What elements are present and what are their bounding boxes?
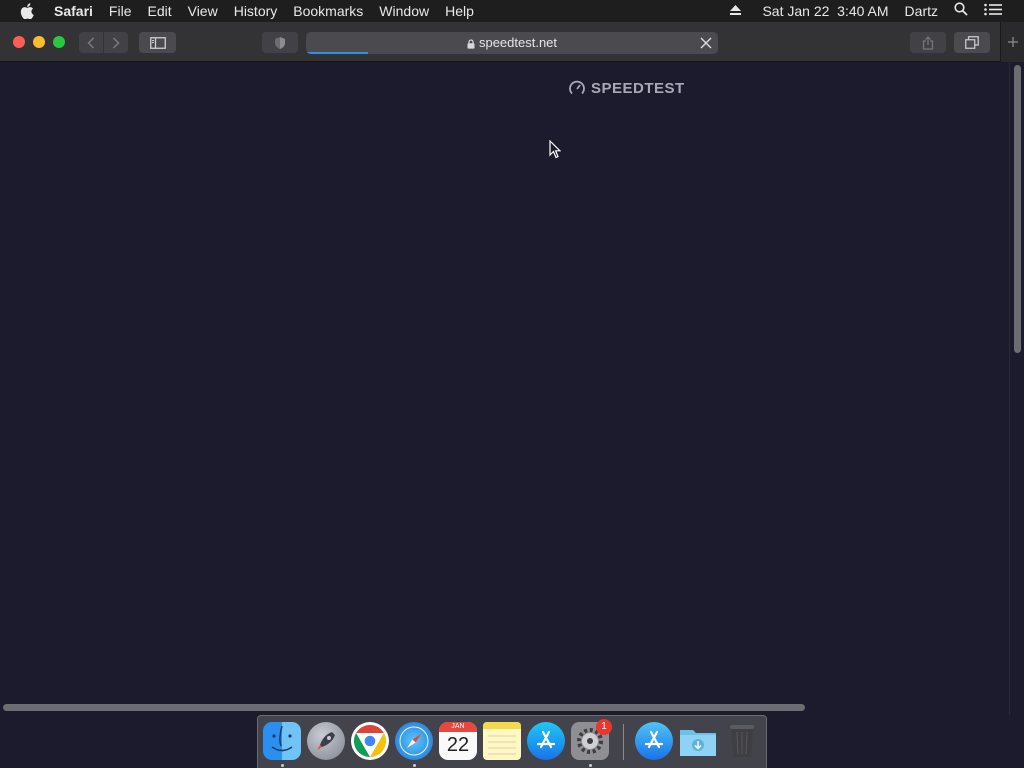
menu-view[interactable]: View: [180, 0, 226, 22]
dock: JAN 22 1: [257, 715, 767, 768]
privacy-report-button[interactable]: [262, 32, 298, 53]
spotlight-search-icon[interactable]: [944, 0, 974, 22]
launchpad-icon[interactable]: [307, 722, 345, 760]
speedometer-icon: [569, 80, 585, 95]
finder-icon[interactable]: [263, 722, 301, 760]
sidebar-icon: [149, 36, 166, 49]
calendar-icon[interactable]: JAN 22: [439, 722, 477, 760]
app-store-download-icon[interactable]: [635, 722, 673, 760]
sidebar-toggle-button[interactable]: [139, 32, 176, 53]
menu-user[interactable]: Dartz: [895, 0, 944, 22]
address-bar[interactable]: speedtest.net: [306, 32, 718, 54]
menu-clock[interactable]: Sat Jan 22 3:40 AM: [756, 0, 894, 22]
address-text: speedtest.net: [306, 32, 718, 54]
dock-separator: [623, 724, 624, 760]
chevron-right-icon: [112, 36, 120, 49]
chrome-icon[interactable]: [351, 722, 389, 760]
web-content: SPEEDTEST: [0, 63, 1009, 700]
tab-overview-button[interactable]: [954, 32, 990, 53]
new-tab-button[interactable]: [1000, 22, 1024, 62]
horizontal-scroll-thumb[interactable]: [3, 704, 805, 711]
notification-badge: 1: [596, 719, 612, 735]
menu-file[interactable]: File: [101, 0, 140, 22]
tabs-icon: [965, 36, 979, 49]
back-button[interactable]: [79, 32, 103, 53]
app-store-icon[interactable]: [527, 722, 565, 760]
screen: Safari File Edit View History Bookmarks …: [0, 0, 1024, 768]
minimize-window-button[interactable]: [33, 36, 45, 48]
vertical-scroll-thumb[interactable]: [1014, 65, 1021, 353]
calendar-day: 22: [446, 734, 470, 756]
url-label: speedtest.net: [478, 35, 558, 50]
stop-loading-icon[interactable]: [698, 35, 714, 51]
chevron-left-icon: [87, 36, 95, 49]
downloads-folder-icon[interactable]: [679, 722, 717, 760]
menu-bookmarks[interactable]: Bookmarks: [285, 0, 371, 22]
menu-extras: Sat Jan 22 3:40 AM Dartz: [723, 0, 1024, 22]
plus-icon: [1007, 37, 1018, 47]
safari-icon[interactable]: [395, 722, 433, 760]
apple-menu-icon[interactable]: [0, 0, 46, 22]
shield-icon: [275, 36, 285, 49]
safari-running-dot: [413, 764, 416, 767]
forward-button[interactable]: [104, 32, 128, 53]
notes-icon[interactable]: [483, 722, 521, 760]
share-icon: [922, 35, 934, 50]
mouse-pointer-icon: [549, 140, 561, 159]
share-button[interactable]: [910, 32, 946, 53]
menu-window[interactable]: Window: [371, 0, 437, 22]
menu-edit[interactable]: Edit: [139, 0, 179, 22]
notification-center-icon[interactable]: [974, 0, 1024, 22]
trash-icon[interactable]: [723, 722, 761, 760]
menu-help[interactable]: Help: [437, 0, 482, 22]
eject-icon[interactable]: [723, 0, 756, 22]
system-preferences-running-dot: [589, 764, 592, 767]
zoom-window-button[interactable]: [53, 36, 65, 48]
lock-icon: [467, 38, 475, 49]
finder-running-dot: [281, 764, 284, 767]
logo-text: SPEEDTEST: [591, 79, 685, 97]
vertical-scrollbar[interactable]: [1009, 63, 1024, 715]
calendar-month: JAN: [439, 722, 477, 732]
close-window-button[interactable]: [13, 36, 25, 48]
menu-bar: Safari File Edit View History Bookmarks …: [0, 0, 1024, 22]
horizontal-scrollbar[interactable]: [0, 700, 1009, 715]
speedtest-logo[interactable]: SPEEDTEST: [568, 79, 685, 97]
browser-toolbar: speedtest.net: [0, 22, 1024, 62]
menu-history[interactable]: History: [226, 0, 286, 22]
menu-app-name[interactable]: Safari: [46, 0, 101, 22]
